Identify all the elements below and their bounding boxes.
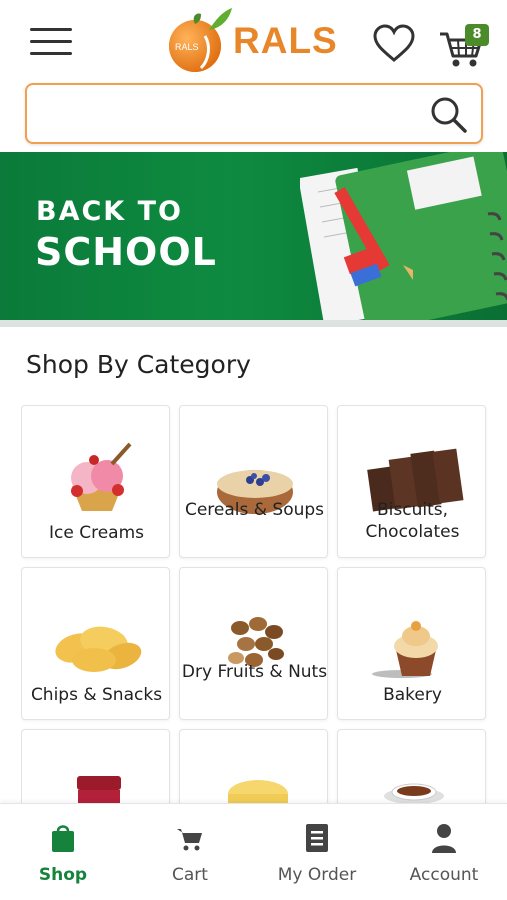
- category-label: Biscuits, Chocolates: [365, 500, 460, 542]
- category-label: Ice Creams: [48, 523, 144, 543]
- logo-badge-text: RALS: [175, 42, 199, 52]
- menu-line: [30, 52, 72, 55]
- chips-icon: [55, 626, 142, 672]
- logo-text: RALS: [233, 20, 338, 61]
- school-supplies-illustration: [300, 152, 507, 320]
- category-card-bakery[interactable]: Bakery: [337, 567, 486, 720]
- nav-item-cart[interactable]: Cart: [127, 804, 253, 900]
- category-card-chips-snacks[interactable]: Chips & Snacks: [21, 567, 170, 720]
- menu-button[interactable]: [30, 28, 72, 58]
- category-card-biscuits-chocolates[interactable]: Biscuits, Chocolates: [337, 405, 486, 558]
- bottom-navigation: Shop Cart My Order Account: [0, 803, 507, 900]
- search-input[interactable]: [39, 95, 419, 133]
- shopping-bag-icon: [52, 825, 74, 852]
- nav-item-account[interactable]: Account: [381, 804, 507, 900]
- app-header: RALS RALS 8: [0, 0, 507, 82]
- category-label: Dry Fruits & Nuts: [181, 662, 328, 682]
- category-card-dry-fruits-nuts[interactable]: Dry Fruits & Nuts: [179, 567, 328, 720]
- banner-divider: [0, 320, 507, 327]
- search-bar: [25, 83, 483, 144]
- wishlist-button[interactable]: [372, 24, 416, 64]
- heart-icon: [373, 24, 415, 62]
- category-card-ice-creams[interactable]: Ice Creams: [21, 405, 170, 558]
- menu-line: [30, 40, 72, 43]
- nav-item-shop[interactable]: Shop: [0, 804, 126, 900]
- cart-icon: [177, 829, 202, 851]
- order-list-icon: [306, 824, 328, 852]
- nav-label-cart: Cart: [172, 865, 208, 885]
- category-card-butter[interactable]: [179, 729, 328, 803]
- category-card-tea[interactable]: [337, 729, 486, 803]
- ice-cream-icon: [71, 442, 132, 511]
- promo-banner[interactable]: BACK TO SCHOOL: [0, 152, 507, 320]
- nav-label-account: Account: [409, 865, 479, 885]
- cart-count-badge: 8: [465, 24, 489, 46]
- nav-label-shop: Shop: [38, 865, 88, 885]
- nav-item-my-order[interactable]: My Order: [254, 804, 380, 900]
- category-card-cereals-soups[interactable]: Cereals & Soups: [179, 405, 328, 558]
- category-label: Bakery: [383, 685, 442, 705]
- search-button[interactable]: [429, 95, 469, 135]
- person-icon: [432, 824, 456, 853]
- banner-line-2: SCHOOL: [35, 230, 217, 274]
- menu-line: [30, 28, 72, 31]
- tea-cup-icon: [384, 783, 444, 803]
- brand-logo[interactable]: RALS RALS: [165, 6, 340, 74]
- butter-icon: [228, 780, 288, 803]
- category-label: Cereals & Soups: [184, 500, 325, 520]
- category-grid: Ice Creams Cereals & Soups Biscuits, Cho…: [21, 405, 488, 803]
- banner-line-1: BACK TO: [36, 196, 183, 227]
- nav-label-my-order: My Order: [277, 865, 357, 885]
- cupcake-icon: [372, 621, 438, 678]
- section-title: Shop By Category: [26, 350, 251, 379]
- jam-jar-icon: [77, 776, 121, 803]
- category-label: Chips & Snacks: [30, 685, 163, 705]
- orange-logo-icon: RALS: [169, 8, 232, 72]
- category-card-jam[interactable]: [21, 729, 170, 803]
- search-icon: [431, 97, 467, 133]
